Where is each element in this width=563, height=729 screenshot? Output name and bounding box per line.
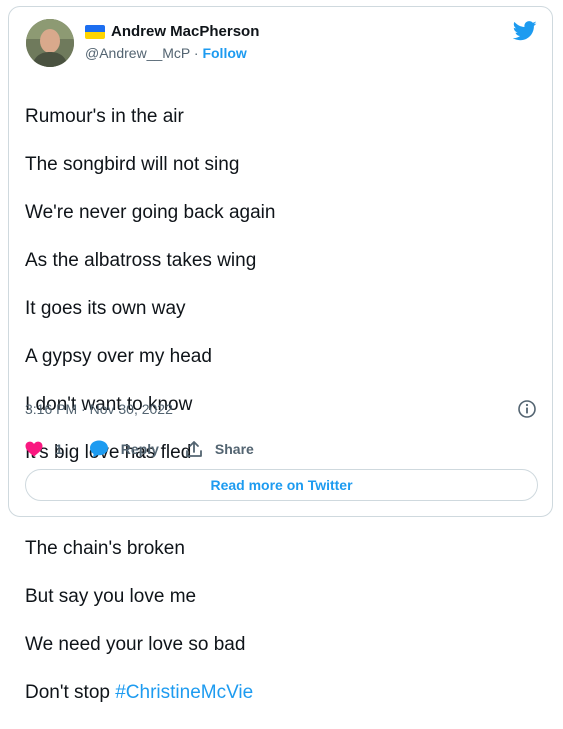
author-name[interactable]: Andrew MacPherson <box>111 23 259 40</box>
info-icon[interactable] <box>517 399 537 419</box>
tweet-line: The songbird will not sing <box>25 154 240 175</box>
tweet-line: Rumour's in the air <box>25 106 184 127</box>
share-icon <box>186 441 202 457</box>
tweet-actions: 1 Reply Share <box>25 440 280 458</box>
author-name-row: Andrew MacPherson <box>85 23 259 40</box>
tweet-line: As the albatross takes wing <box>25 250 257 271</box>
tweet-line-prefix: Don't stop <box>25 682 116 703</box>
read-more-button[interactable]: Read more on Twitter <box>25 469 538 501</box>
reply-bubble-icon <box>89 440 108 458</box>
tweet-timestamp[interactable]: 3:16 PM · Nov 30, 2022 <box>25 401 173 417</box>
tweet-line: But say you love me <box>25 586 197 607</box>
tweet-line: A gypsy over my head <box>25 346 212 367</box>
heart-icon <box>25 441 43 457</box>
tweet-line: We need your love so bad <box>25 634 246 655</box>
reply-button[interactable]: Reply <box>89 440 159 458</box>
follow-button[interactable]: Follow <box>202 45 246 61</box>
tweet-line: We're never going back again <box>25 202 276 223</box>
twitter-logo-icon[interactable] <box>513 21 537 41</box>
share-button[interactable]: Share <box>185 440 254 458</box>
share-label: Share <box>214 441 254 457</box>
tweet-line: The chain's broken <box>25 538 185 559</box>
ukraine-flag-icon <box>85 24 105 39</box>
embedded-tweet-card: Andrew MacPherson @Andrew__McP · Follow … <box>8 6 553 703</box>
author-handle[interactable]: @Andrew__McP <box>85 45 190 61</box>
like-button[interactable]: 1 <box>25 441 63 457</box>
reply-label: Reply <box>120 441 159 457</box>
like-count: 1 <box>55 441 63 457</box>
tweet-line: It goes its own way <box>25 298 186 319</box>
separator-dot: · <box>193 45 199 61</box>
hashtag-link[interactable]: #ChristineMcVie <box>115 682 253 703</box>
tweet-line-last: Don't stop #ChristineMcVie <box>25 681 525 705</box>
avatar[interactable] <box>26 19 74 67</box>
author-handle-row: @Andrew__McP · Follow <box>85 45 247 61</box>
